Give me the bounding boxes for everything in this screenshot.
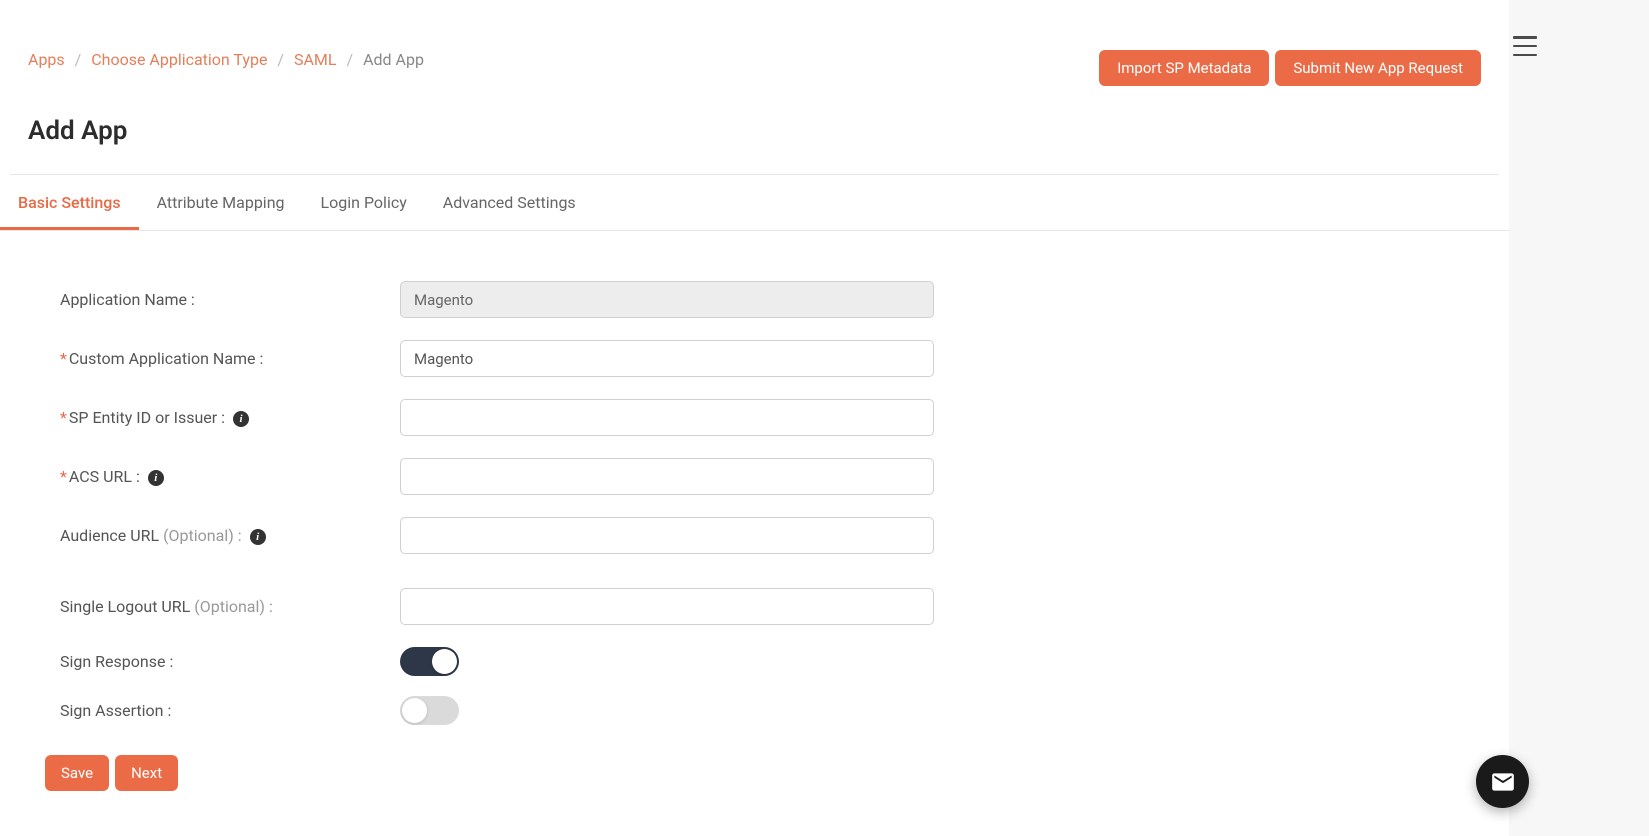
breadcrumb-link-apps[interactable]: Apps — [28, 50, 65, 69]
page-title: Add App — [28, 116, 1481, 146]
tab-basic-settings[interactable]: Basic Settings — [0, 175, 139, 230]
label-sign-assertion: Sign Assertion : — [60, 701, 400, 720]
info-icon[interactable]: i — [250, 529, 266, 545]
info-icon[interactable]: i — [148, 470, 164, 486]
label-acs-url: *ACS URL : i — [60, 467, 400, 486]
tab-advanced-settings[interactable]: Advanced Settings — [425, 175, 594, 230]
save-button[interactable]: Save — [45, 755, 109, 791]
input-acs-url[interactable] — [400, 458, 934, 495]
input-custom-app-name[interactable] — [400, 340, 934, 377]
tab-attribute-mapping[interactable]: Attribute Mapping — [139, 175, 303, 230]
label-sp-entity: *SP Entity ID or Issuer : i — [60, 408, 400, 427]
mail-icon — [1490, 769, 1516, 795]
breadcrumb-current: Add App — [363, 50, 424, 69]
import-metadata-button[interactable]: Import SP Metadata — [1099, 50, 1269, 86]
toggle-sign-response[interactable] — [400, 647, 459, 676]
label-audience-url: Audience URL (Optional) : i — [60, 526, 400, 545]
side-panel-bg — [1509, 0, 1649, 836]
input-slo-url[interactable] — [400, 588, 934, 625]
breadcrumb: Apps / Choose Application Type / SAML / … — [28, 50, 424, 69]
tab-login-policy[interactable]: Login Policy — [303, 175, 425, 230]
label-custom-app-name: *Custom Application Name : — [60, 349, 400, 368]
next-button[interactable]: Next — [115, 755, 178, 791]
input-application-name — [400, 281, 934, 318]
top-button-group: Import SP Metadata Submit New App Reques… — [1099, 50, 1481, 86]
input-sp-entity[interactable] — [400, 399, 934, 436]
bottom-button-group: Save Next — [45, 755, 1449, 791]
breadcrumb-sep: / — [277, 50, 284, 69]
input-audience-url[interactable] — [400, 517, 934, 554]
label-slo-url: Single Logout URL (Optional) : — [60, 597, 400, 616]
breadcrumb-sep: / — [346, 50, 353, 69]
chat-icon[interactable] — [1476, 755, 1529, 808]
breadcrumb-link-choose-type[interactable]: Choose Application Type — [91, 50, 267, 69]
info-icon[interactable]: i — [233, 411, 249, 427]
tabs: Basic Settings Attribute Mapping Login P… — [0, 175, 1509, 231]
form-area: Application Name : *Custom Application N… — [0, 231, 1509, 821]
menu-icon[interactable] — [1513, 36, 1537, 56]
submit-new-app-button[interactable]: Submit New App Request — [1275, 50, 1481, 86]
label-sign-response: Sign Response : — [60, 652, 400, 671]
toggle-sign-assertion[interactable] — [400, 696, 459, 725]
label-application-name: Application Name : — [60, 290, 400, 309]
breadcrumb-link-saml[interactable]: SAML — [294, 50, 337, 69]
breadcrumb-sep: / — [75, 50, 82, 69]
